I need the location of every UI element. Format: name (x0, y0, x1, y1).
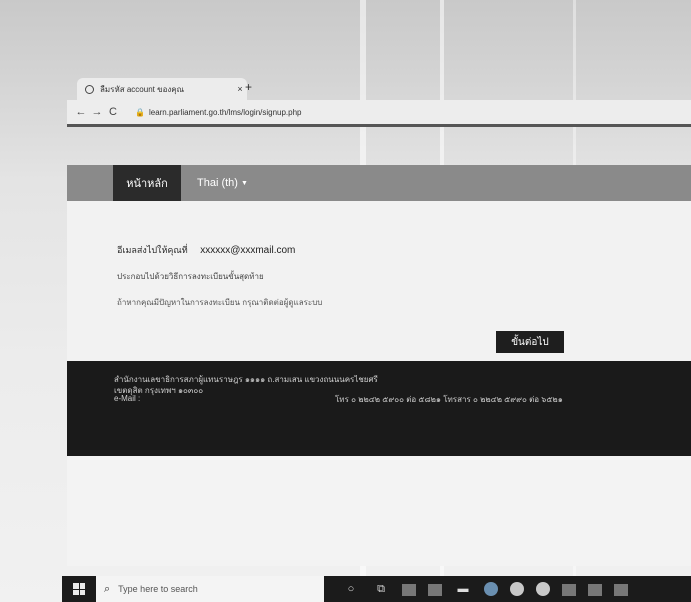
app-icon[interactable] (402, 584, 416, 596)
main-content: อีเมลส่งไปให้คุณที่ xxxxxx@xxxmail.com ป… (67, 201, 691, 361)
search-icon: ⌕ (104, 582, 111, 595)
url-input[interactable]: learn.parliament.go.th/lms/login/signup.… (149, 108, 302, 117)
caret-down-icon: ▼ (240, 179, 248, 187)
site-footer: สำนักงานเลขาธิการสภาผู้แทนราษฎร ๑๑๑๑ ถ.ส… (67, 361, 691, 456)
new-tab-button[interactable]: + (245, 80, 252, 94)
address-bar: ← → C 🔒 learn.parliament.go.th/lms/login… (67, 100, 691, 124)
back-arrow-icon[interactable]: ← (73, 106, 89, 118)
chrome-icon[interactable] (510, 582, 524, 596)
lock-icon[interactable]: 🔒 (135, 108, 145, 117)
task-view-icon[interactable]: ⧉ (372, 581, 390, 597)
cortana-icon[interactable]: ○ (342, 581, 360, 597)
instructions-text: ประกอบไปด้วยวิธีการลงทะเบียนขั้นสุดท้าย (117, 272, 264, 281)
app-icon[interactable] (588, 584, 602, 596)
email-address: xxxxxx@xxxmail.com (200, 245, 296, 256)
toolbar-divider (67, 124, 691, 127)
folder-icon[interactable]: ▬ (454, 581, 472, 597)
browser-tab[interactable]: ลืมรหัส account ของคุณ × (77, 78, 247, 100)
email-sent-label: อีเมลส่งไปให้คุณที่ (117, 245, 188, 255)
site-navbar: หน้าหลัก Thai (th) ▼ (67, 165, 691, 201)
reload-icon[interactable]: C (105, 106, 121, 118)
footer-email-label: e-Mail : (114, 394, 141, 403)
language-dropdown[interactable]: Thai (th) ▼ (197, 165, 248, 201)
edge-icon[interactable] (484, 582, 498, 596)
search-placeholder: Type here to search (118, 584, 198, 594)
app-icon[interactable] (536, 582, 550, 596)
windows-taskbar: ⌕ Type here to search ○ ⧉ ▬ (62, 576, 691, 602)
email-sent-line: อีเมลส่งไปให้คุณที่ xxxxxx@xxxmail.com (117, 243, 295, 257)
app-icon[interactable] (562, 584, 576, 596)
tab-title: ลืมรหัส account ของคุณ (100, 84, 185, 94)
store-icon[interactable] (428, 584, 442, 596)
language-label: Thai (th) (197, 177, 238, 189)
next-step-button[interactable]: ขั้นต่อไป (496, 331, 564, 353)
windows-start-icon[interactable] (62, 576, 96, 602)
globe-icon (85, 84, 94, 94)
help-text: ถ้าหากคุณมีปัญหาในการลงทะเบียน กรุณาติดต… (117, 298, 323, 307)
page-blank-area (67, 456, 691, 566)
browser-tab-strip: ลืมรหัส account ของคุณ × + (67, 76, 691, 100)
forward-arrow-icon[interactable]: → (89, 106, 105, 118)
app-icon[interactable] (614, 584, 628, 596)
footer-phone: โทร ๐ ๒๒๔๒ ๕๙๐๐ ต่อ ๕๘๒๑ โทรสาร ๐ ๒๒๔๒ ๕… (335, 395, 563, 404)
nav-home-link[interactable]: หน้าหลัก (113, 165, 181, 201)
taskbar-search-box[interactable]: ⌕ Type here to search (96, 576, 324, 602)
taskbar-icons: ○ ⧉ ▬ (342, 581, 640, 597)
